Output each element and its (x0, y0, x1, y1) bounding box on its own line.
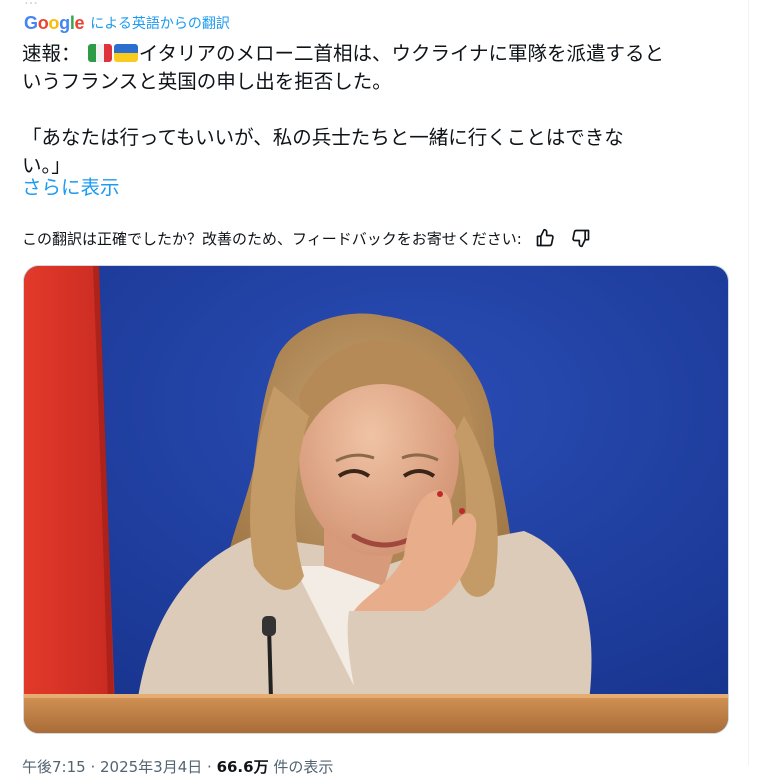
tweet-meta: 午後7:15 · 2025年3月4日 · 66.6万 件の表示 (22, 756, 333, 777)
google-logo-letter: o (48, 12, 60, 33)
tweet-photo[interactable] (23, 265, 729, 734)
tweet-line-1: 速報： イタリアのメロー二首相は、ウクライナに軍隊を派遣すると (22, 40, 734, 68)
tweet-timestamp[interactable]: 午後7:15 · 2025年3月4日 · (22, 758, 217, 776)
tweet-quote-line-1: 「あなたは行ってもいいが、私の兵士たちと一緒に行くことはできな (22, 126, 624, 149)
breaking-label: 速報： (22, 42, 81, 65)
google-logo-letter: o (37, 12, 49, 33)
show-more-link[interactable]: さらに表示 (22, 171, 120, 200)
italy-flag-icon (87, 44, 112, 62)
tweet-quote-line-2: い。」 (22, 154, 71, 177)
tweet-line-2: いうフランスと英国の申し出を拒否した。 (22, 70, 392, 93)
google-logo-letter: G (24, 12, 38, 33)
thumbs-down-icon[interactable] (568, 226, 594, 250)
tweet-card: … Google による英語からの翻訳 速報： イタリアのメロー二首相は、ウクラ… (0, 0, 749, 776)
feedback-question: この翻訳は正確でしたか？改善のため、フィードバックをお寄せください: (22, 229, 522, 248)
tweet-text: 速報： イタリアのメロー二首相は、ウクライナに軍隊を派遣すると いうフランスと英… (22, 40, 734, 180)
translation-attribution[interactable]: Google による英語からの翻訳 (24, 12, 230, 34)
cut-off-previous-line: … (24, 0, 38, 8)
translation-label[interactable]: による英語からの翻訳 (90, 13, 230, 33)
google-logo-letter: g (59, 12, 70, 33)
google-logo: Google (24, 12, 85, 34)
views-label: 件の表示 (268, 758, 334, 776)
photo-of-woman-smiling-icon (24, 266, 728, 733)
ukraine-flag-icon (113, 44, 138, 62)
views-count: 66.6万 (216, 758, 269, 776)
google-logo-letter: e (74, 12, 85, 33)
translation-feedback: この翻訳は正確でしたか？改善のため、フィードバックをお寄せください: (22, 226, 594, 250)
tweet-line-1-text: イタリアのメロー二首相は、ウクライナに軍隊を派遣すると (138, 42, 665, 65)
thumbs-up-icon[interactable] (532, 226, 558, 250)
